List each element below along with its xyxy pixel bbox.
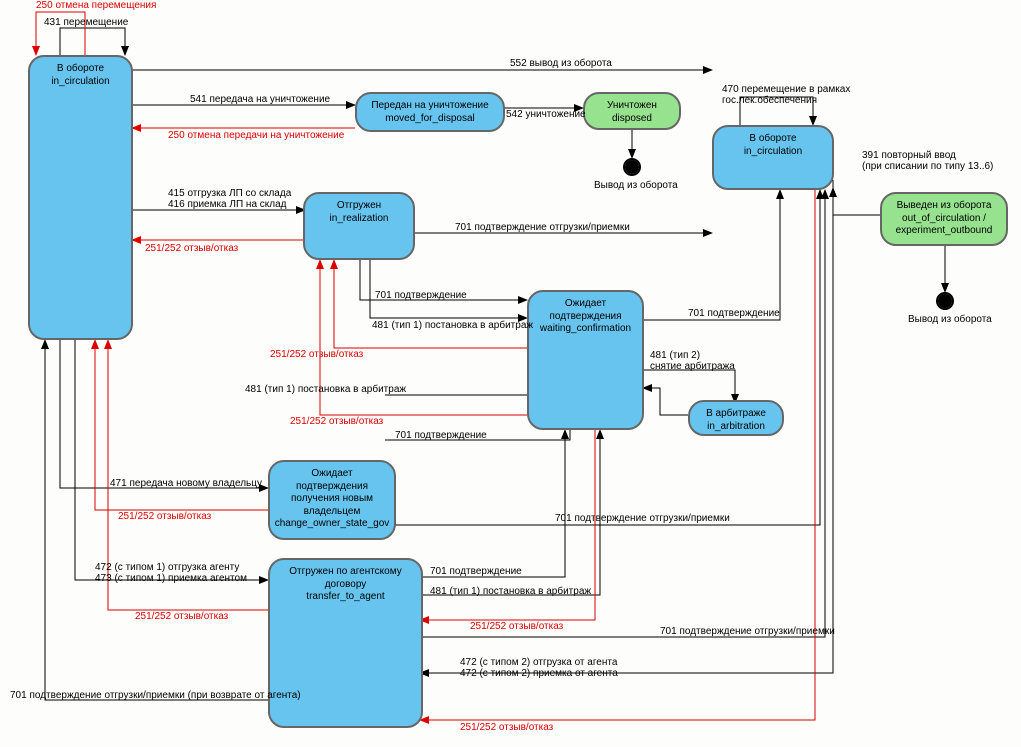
- edge-701g: 701 подтверждение отгрузки/приемки: [660, 626, 835, 637]
- edge-391: 391 повторный ввод (при списании по типу…: [862, 150, 993, 172]
- label: Уничтожен disposed: [607, 100, 657, 125]
- state-change-owner: Ожидает подтверждения получения новым вл…: [268, 460, 396, 540]
- edge-701c: 701 подтверждение: [688, 308, 780, 319]
- edge-415: 415 отгрузка ЛП со склада 416 приемка ЛП…: [168, 188, 291, 210]
- label: Выведен из оборота out_of_circulation / …: [896, 200, 993, 238]
- edge-251b: 251/252 отзыв/отказ: [270, 349, 363, 360]
- state-disposed: Уничтожен disposed: [583, 92, 681, 130]
- label: В арбитраже in_arbitration: [706, 408, 766, 433]
- edge-471: 471 передача новому владельцу: [110, 478, 262, 489]
- state-in-realization: Отгружен in_realization: [303, 192, 415, 260]
- state-waiting-confirmation: Ожидает подтверждения waiting_confirmati…: [527, 290, 644, 430]
- state-in-arbitration: В арбитраже in_arbitration: [688, 400, 784, 436]
- edge-542: 542 уничтожение: [506, 109, 586, 120]
- label: Ожидает подтверждения получения новым вл…: [275, 468, 390, 531]
- edge-481a: 481 (тип 1) постановка в арбитраж: [372, 320, 533, 331]
- label: Отгружен по агентскому договору transfer…: [289, 566, 401, 604]
- edge-481b: 481 (тип 2) снятие арбитража: [650, 350, 735, 372]
- edge-481c: 481 (тип 1) постановка в арбитраж: [245, 384, 406, 395]
- edge-472a: 472 (с типом 1) отгрузка агенту 473 (с т…: [95, 562, 247, 584]
- edge-251f: 251/252 отзыв/отказ: [470, 621, 563, 632]
- edge-701b: 701 подтверждение: [375, 290, 467, 301]
- edge-701a: 701 подтверждение отгрузки/приемки: [455, 222, 630, 233]
- label: Передан на уничтожение moved_for_disposa…: [371, 100, 488, 125]
- edge-251g: 251/252 отзыв/отказ: [460, 722, 553, 733]
- edge-251c: 251/252 отзыв/отказ: [290, 416, 383, 427]
- edge-541: 541 передача на уничтожение: [190, 94, 330, 105]
- state-out-of-circulation: Выведен из оборота out_of_circulation / …: [880, 192, 1008, 246]
- edge-481d: 481 (тип 1) постановка в арбитраж: [430, 586, 591, 597]
- state-moved-for-disposal: Передан на уничтожение moved_for_disposa…: [355, 92, 505, 132]
- state-transfer-to-agent: Отгружен по агентскому договору transfer…: [268, 558, 423, 728]
- label: Отгружен in_realization: [330, 200, 389, 225]
- label: Ожидает подтверждения waiting_confirmati…: [537, 298, 634, 336]
- final-dot-icon: [625, 160, 639, 174]
- exit-label-2: Вывод из оборота: [908, 314, 992, 325]
- edge-250a: 250 отмена перемещения: [36, 0, 156, 11]
- edge-251e: 251/252 отзыв/отказ: [135, 611, 228, 622]
- edge-701f: 701 подтверждение: [430, 566, 522, 577]
- exit-label-1: Вывод из оборота: [594, 180, 678, 191]
- edge-552: 552 вывод из оборота: [510, 58, 612, 69]
- label: В обороте in_circulation: [51, 63, 109, 88]
- edge-701d: 701 подтверждение: [395, 430, 487, 441]
- edge-470: 470 перемещение в рамках гос.лек.обеспеч…: [722, 84, 850, 106]
- edge-251d: 251/252 отзыв/отказ: [118, 511, 211, 522]
- final-dot-icon: [938, 294, 952, 308]
- edge-251a: 251/252 отзыв/отказ: [145, 243, 238, 254]
- state-in-circulation-right: В обороте in_circulation: [712, 125, 834, 190]
- edge-701h: 701 подтверждение отгрузки/приемки (при …: [10, 690, 301, 701]
- label: В обороте in_circulation: [744, 133, 802, 158]
- edge-701e: 701 подтверждение отгрузки/приемки: [555, 513, 730, 524]
- edge-250b: 250 отмена передачи на уничтожение: [168, 130, 344, 141]
- edge-431: 431 перемещение: [44, 17, 128, 28]
- state-in-circulation-left: В обороте in_circulation: [28, 55, 133, 340]
- edge-472b: 472 (с типом 2) отгрузка от агента 472 (…: [460, 657, 618, 679]
